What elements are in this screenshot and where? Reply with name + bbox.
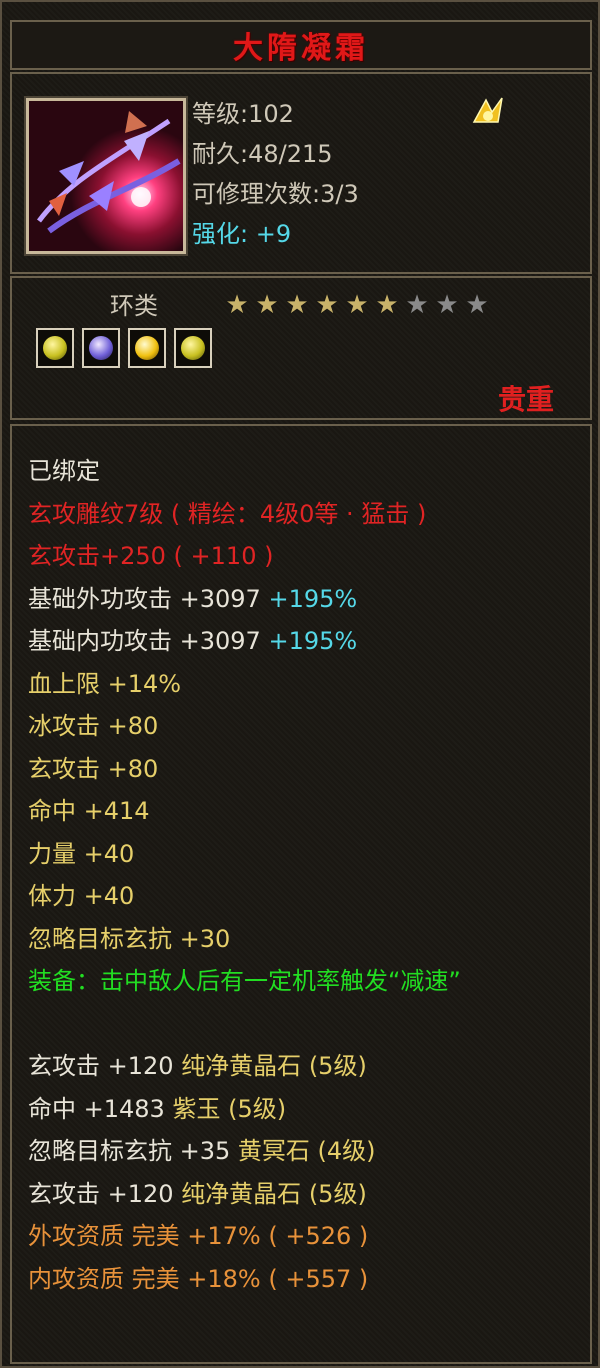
item-stats-panel: 已绑定 玄攻雕纹7级 ( 精绘：4级0等 · 猛击 ) 玄攻击+250 ( +1… xyxy=(10,424,592,1364)
star-filled-icon: ★ xyxy=(375,290,399,320)
star-empty-icon: ★ xyxy=(405,290,429,320)
item-tooltip: 大隋凝霜 等级:102 耐久:48/215 可修理次数:3/3 强化: +9 环… xyxy=(0,0,600,1368)
gem-name: 紫玉 (5级) xyxy=(172,1094,287,1123)
external-attack-percent: +195% xyxy=(260,584,358,613)
item-rarity: 贵重 xyxy=(497,383,554,416)
ring-artwork xyxy=(29,101,183,251)
gem-stat-line: 忽略目标玄抗 +35 黄冥石 (4级) xyxy=(28,1130,584,1173)
item-header-panel: 等级:102 耐久:48/215 可修理次数:3/3 强化: +9 xyxy=(10,72,592,274)
item-meta-panel: 环类 ★ ★ ★ ★ ★ ★ ★ ★ ★ 贵重 xyxy=(10,276,592,420)
gem-stat-value: 命中 +1483 xyxy=(28,1094,173,1123)
gem-name: 纯净黄晶石 (5级) xyxy=(181,1179,367,1208)
xuan-attack-base: 玄攻击+250 xyxy=(28,542,166,570)
item-name: 大隋凝霜 xyxy=(233,31,369,66)
equip-effect: 装备：击中敌人后有一定机率触发“减速” xyxy=(28,967,461,995)
external-quality: 外攻资质 完美 +17% ( +526 ) xyxy=(28,1222,369,1250)
star-filled-icon: ★ xyxy=(225,290,249,320)
item-durability: 耐久:48/215 xyxy=(192,140,333,168)
stat-line: 命中 +414 xyxy=(28,797,150,825)
stat-line: 血上限 +14% xyxy=(28,669,182,698)
xuan-attack-line: 玄攻击+250 ( +110 ) xyxy=(28,535,584,578)
stat-line: 忽略目标玄抗 +30 xyxy=(28,924,231,953)
star-rating: ★ ★ ★ ★ ★ ★ ★ ★ ★ xyxy=(222,292,492,318)
gem-stat-value: 忽略目标玄抗 +35 xyxy=(28,1137,238,1165)
gem-sockets xyxy=(36,328,212,368)
gem-stat-value: 玄攻击 +120 xyxy=(28,1052,182,1080)
internal-attack-value: 基础内功攻击 +3097 xyxy=(28,627,261,655)
star-filled-icon: ★ xyxy=(315,290,339,320)
gem-stat-line: 玄攻击 +120 纯净黄晶石 (5级) xyxy=(28,1173,584,1216)
purple-gem-icon xyxy=(89,336,113,360)
gem-socket-4[interactable] xyxy=(174,328,212,368)
star-empty-icon: ★ xyxy=(435,290,459,320)
gem-socket-3[interactable] xyxy=(128,328,166,368)
external-attack-line: 基础外功攻击 +3097 +195% xyxy=(28,578,584,621)
item-repair-count: 可修理次数:3/3 xyxy=(192,180,359,208)
internal-quality: 内攻资质 完美 +18% ( +557 ) xyxy=(28,1264,369,1293)
gem-name: 纯净黄晶石 (5级) xyxy=(181,1052,367,1080)
item-category: 环类 xyxy=(110,292,158,320)
item-enhance: 强化: +9 xyxy=(192,220,292,248)
stat-list: 已绑定 玄攻雕纹7级 ( 精绘：4级0等 · 猛击 ) 玄攻击+250 ( +1… xyxy=(28,450,584,1300)
star-empty-icon: ★ xyxy=(465,290,489,320)
gem-name: 黄冥石 (4级) xyxy=(237,1137,376,1165)
item-info: 等级:102 耐久:48/215 可修理次数:3/3 强化: +9 xyxy=(192,94,359,254)
internal-attack-line: 基础内功攻击 +3097 +195% xyxy=(28,620,584,663)
gem-stat-line: 命中 +1483 紫玉 (5级) xyxy=(28,1088,584,1131)
yellow-gem-icon xyxy=(181,336,205,360)
engrave-line: 玄攻雕纹7级 ( 精绘：4级0等 · 猛击 ) xyxy=(28,499,427,528)
bound-status: 已绑定 xyxy=(28,457,100,485)
external-attack-value: 基础外功攻击 +3097 xyxy=(28,584,261,613)
xuan-attack-bonus: ( +110 ) xyxy=(165,542,274,570)
item-level: 等级:102 xyxy=(192,100,294,128)
gem-stat-line: 玄攻击 +120 纯净黄晶石 (5级) xyxy=(28,1045,584,1088)
star-filled-icon: ★ xyxy=(285,290,309,320)
gem-stat-value: 玄攻击 +120 xyxy=(28,1179,182,1208)
tooltip-title-bar: 大隋凝霜 xyxy=(10,20,592,70)
stat-line: 体力 +40 xyxy=(28,882,135,910)
star-filled-icon: ★ xyxy=(345,290,369,320)
yellow-gem-icon xyxy=(43,336,67,360)
stat-line: 冰攻击 +80 xyxy=(28,712,159,740)
stat-line: 玄攻击 +80 xyxy=(28,754,159,783)
gold-gem-icon xyxy=(135,336,159,360)
stat-line: 力量 +40 xyxy=(28,839,135,868)
gold-sparkle-icon xyxy=(468,92,508,132)
internal-attack-percent: +195% xyxy=(260,627,358,655)
item-icon xyxy=(24,96,188,256)
gem-socket-2[interactable] xyxy=(82,328,120,368)
star-filled-icon: ★ xyxy=(255,290,279,320)
gem-socket-1[interactable] xyxy=(36,328,74,368)
